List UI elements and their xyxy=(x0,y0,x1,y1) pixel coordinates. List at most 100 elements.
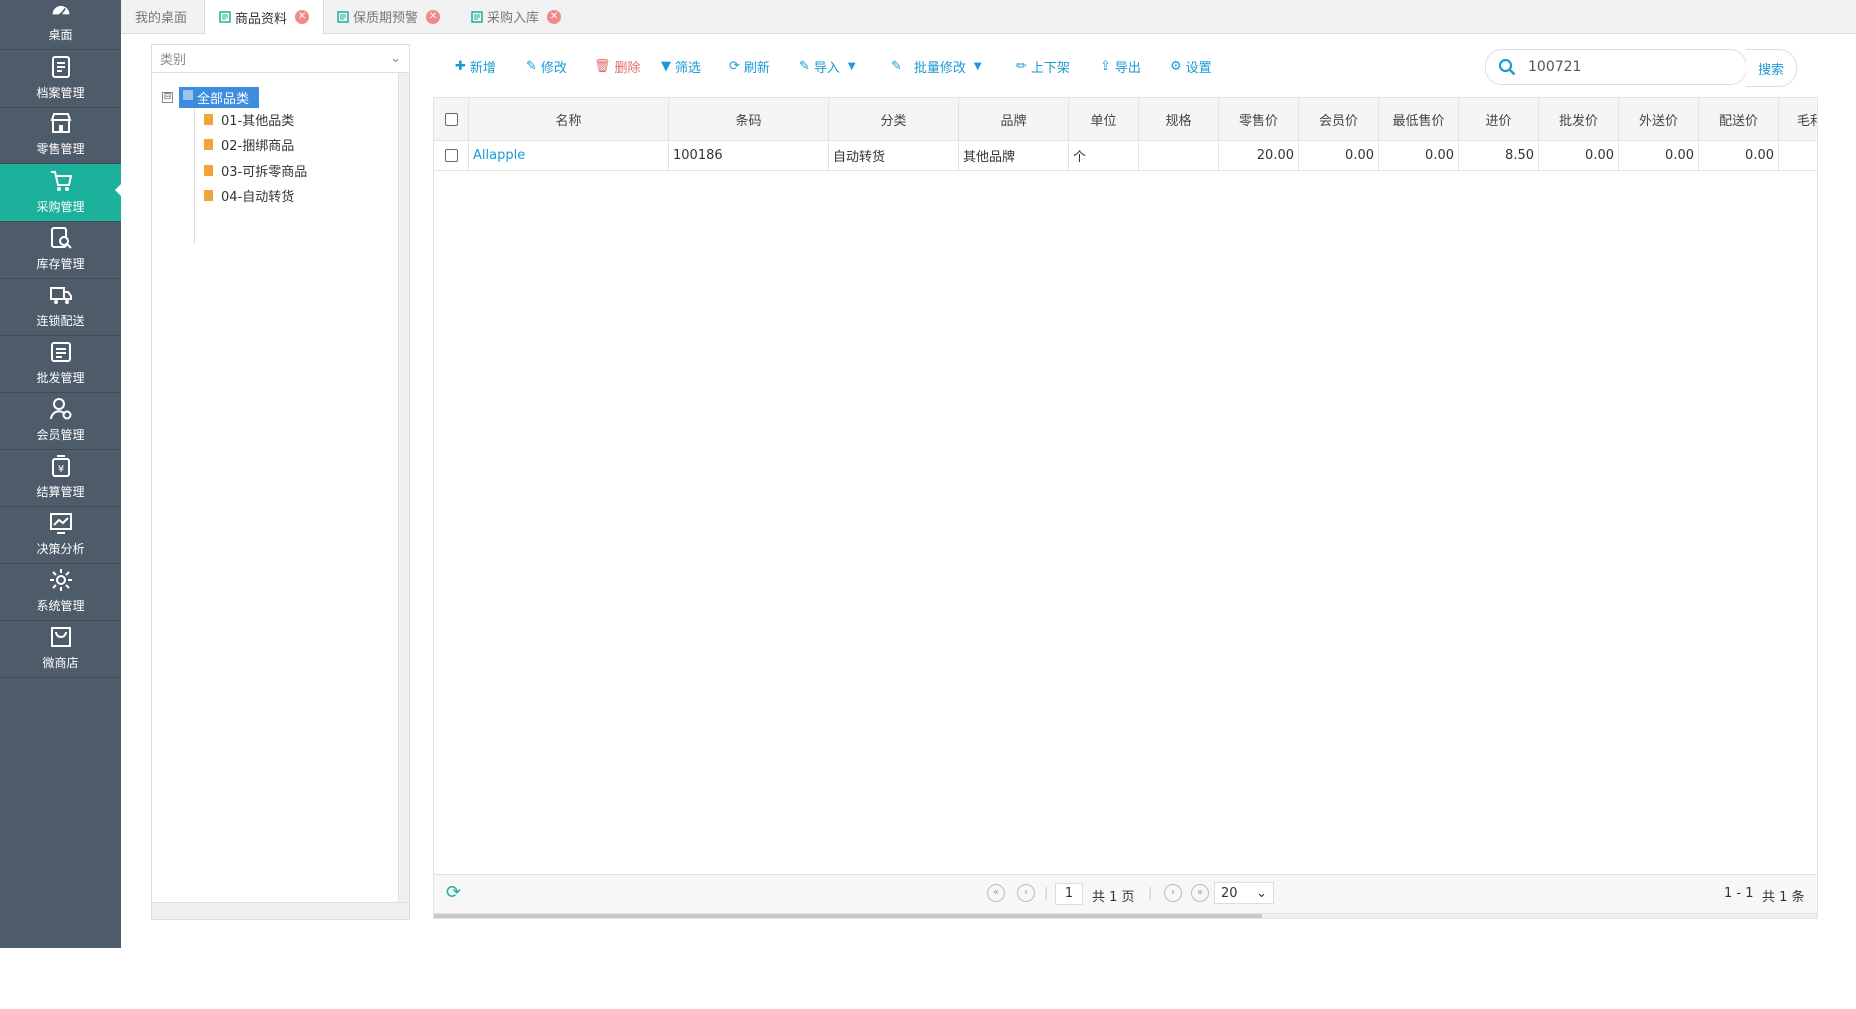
gear-icon: ⚙ xyxy=(1170,58,1182,74)
column-header[interactable]: 配送价 xyxy=(1699,98,1779,140)
refresh-button[interactable]: ⟳ 刷新 xyxy=(729,44,770,88)
shop-bag-icon xyxy=(50,627,71,647)
archive-icon xyxy=(51,56,70,78)
nav-item-microshop[interactable]: 微商店 xyxy=(0,621,121,678)
inventory-icon xyxy=(50,227,72,249)
nav-label: 批发管理 xyxy=(36,371,85,385)
page-number-input[interactable]: 1 xyxy=(1055,883,1083,905)
page-size-select[interactable]: 20 ⌄ xyxy=(1214,882,1274,904)
tree-node[interactable]: 04-自动转货 xyxy=(204,186,294,205)
column-header[interactable]: 规格 xyxy=(1139,98,1219,140)
pencil-icon: ✏ xyxy=(1016,58,1027,74)
table-row[interactable]: Allapple 100186 自动转货 其他品牌 个 20.00 0.00 0… xyxy=(434,140,1817,171)
tree-vertical-scrollbar[interactable] xyxy=(398,73,409,903)
column-header[interactable]: 零售价 xyxy=(1219,98,1299,140)
spec-cell xyxy=(1139,140,1219,170)
nav-label: 库存管理 xyxy=(36,257,85,271)
shelf-button[interactable]: ✏ 上下架 xyxy=(1016,44,1070,88)
tab-bar: 我的桌面 商品资料 ✕ 保质期预警 ✕ 采购入库 ✕ xyxy=(121,0,1856,34)
tab-my-desktop[interactable]: 我的桌面 xyxy=(135,0,187,33)
column-header[interactable]: 名称 xyxy=(469,98,669,140)
tree-node-label: 02-捆绑商品 xyxy=(221,139,295,154)
edit-icon: ✎ xyxy=(526,58,537,74)
row-checkbox[interactable] xyxy=(444,148,458,162)
column-header[interactable]: 分类 xyxy=(829,98,959,140)
tree-root-label[interactable]: 全部品类 xyxy=(179,87,260,108)
column-header[interactable]: 条码 xyxy=(669,98,829,140)
last-page-icon[interactable]: » xyxy=(1191,884,1209,902)
select-all-checkbox[interactable] xyxy=(444,112,458,126)
chevron-down-icon: ⌄ xyxy=(1256,886,1267,901)
close-icon[interactable]: ✕ xyxy=(295,10,310,24)
caret-down-icon: ▼ xyxy=(973,60,982,72)
search-input[interactable] xyxy=(1526,58,1730,76)
page-size-value: 20 xyxy=(1221,886,1238,901)
nav-item-analysis[interactable]: 决策分析 xyxy=(0,507,121,564)
nav-label: 零售管理 xyxy=(36,142,85,156)
nav-item-settlement[interactable]: ¥ 结算管理 xyxy=(0,450,121,507)
separator: | xyxy=(1148,886,1153,901)
collapse-icon[interactable]: ⊟ xyxy=(162,92,173,103)
member-icon xyxy=(49,398,71,420)
tab-label: 采购入库 xyxy=(487,11,540,26)
category-select[interactable]: 类别 ⌄ xyxy=(152,45,409,73)
add-button[interactable]: ✚ 新增 xyxy=(455,44,496,88)
cost-price-cell: 8.50 xyxy=(1459,140,1539,170)
min-price-cell: 0.00 xyxy=(1379,140,1459,170)
tab-purchase-in[interactable]: 采购入库 ✕ xyxy=(471,0,562,33)
next-page-icon[interactable]: › xyxy=(1164,884,1182,902)
filter-button[interactable]: ▼ 筛选 xyxy=(661,44,701,88)
nav-item-purchase[interactable]: 采购管理 xyxy=(0,164,121,222)
tree-horizontal-scrollbar[interactable] xyxy=(152,902,409,919)
nav-item-wholesale[interactable]: 批发管理 xyxy=(0,336,121,393)
distribution-price-cell: 0.00 xyxy=(1699,140,1779,170)
tree-node[interactable]: 01-其他品类 xyxy=(204,110,294,129)
file-icon xyxy=(204,190,213,201)
nav-item-desktop[interactable]: 桌面 xyxy=(0,0,121,50)
tree-node[interactable]: 03-可拆零商品 xyxy=(204,161,307,180)
tree-node[interactable]: 02-捆绑商品 xyxy=(204,135,294,154)
column-header[interactable]: 外送价 xyxy=(1619,98,1699,140)
column-header[interactable]: 批发价 xyxy=(1539,98,1619,140)
filter-icon: ▼ xyxy=(661,58,671,74)
refresh-icon[interactable]: ⟳ xyxy=(446,882,461,903)
nav-item-system[interactable]: 系统管理 xyxy=(0,564,121,621)
refresh-label: 刷新 xyxy=(743,60,770,76)
settings-button[interactable]: ⚙ 设置 xyxy=(1170,44,1212,88)
tab-expiry-warning[interactable]: 保质期预警 ✕ xyxy=(337,0,441,33)
nav-item-distribution[interactable]: 连锁配送 xyxy=(0,279,121,336)
export-button[interactable]: ⇪ 导出 xyxy=(1100,44,1141,88)
nav-item-inventory[interactable]: 库存管理 xyxy=(0,222,121,279)
prev-page-icon[interactable]: ‹ xyxy=(1017,884,1035,902)
product-grid-panel: ✚ 新增 ✎ 修改 🗑 删除 ▼ 筛选 ⟳ 刷新 ✎ 导入 ▼ ✎ 批量修改 ▼ ✏ 上下架 ⇪ 导出… xyxy=(433,44,1818,919)
retail-price-cell: 20.00 xyxy=(1219,140,1299,170)
edit-button[interactable]: ✎ 修改 xyxy=(526,44,567,88)
column-header[interactable]: 品牌 xyxy=(959,98,1069,140)
search-button[interactable]: 搜索 xyxy=(1746,49,1797,87)
tree-root[interactable]: ⊟ 全部品类 xyxy=(162,87,260,108)
search-box xyxy=(1485,49,1747,85)
batch-edit-button[interactable]: ✎ 批量修改 ▼ xyxy=(891,44,982,88)
column-header[interactable]: 毛利 xyxy=(1779,98,1817,140)
import-button[interactable]: ✎ 导入 ▼ xyxy=(799,44,856,88)
toolbar: ✚ 新增 ✎ 修改 🗑 删除 ▼ 筛选 ⟳ 刷新 ✎ 导入 ▼ ✎ 批量修改 ▼ ✏ 上下架 ⇪ 导出… xyxy=(433,44,1818,98)
close-icon[interactable]: ✕ xyxy=(547,9,562,24)
wholesale-price-cell: 0.00 xyxy=(1539,140,1619,170)
column-header[interactable]: 进价 xyxy=(1459,98,1539,140)
nav-label: 连锁配送 xyxy=(36,314,85,328)
tree-node-label: 03-可拆零商品 xyxy=(221,165,308,180)
column-header[interactable]: 单位 xyxy=(1069,98,1139,140)
column-header[interactable]: 会员价 xyxy=(1299,98,1379,140)
nav-item-member[interactable]: 会员管理 xyxy=(0,393,121,450)
filter-label: 筛选 xyxy=(675,60,702,76)
delete-button[interactable]: 🗑 删除 xyxy=(594,44,641,88)
settlement-icon: ¥ xyxy=(51,455,70,477)
nav-item-archive[interactable]: 档案管理 xyxy=(0,50,121,108)
close-icon[interactable]: ✕ xyxy=(426,9,441,24)
product-name-link[interactable]: Allapple xyxy=(469,140,669,170)
first-page-icon[interactable]: « xyxy=(987,884,1005,902)
column-header[interactable]: 最低售价 xyxy=(1379,98,1459,140)
nav-item-retail[interactable]: 零售管理 xyxy=(0,108,121,164)
tab-product-info[interactable]: 商品资料 ✕ xyxy=(204,0,325,34)
shelf-label: 上下架 xyxy=(1030,60,1070,76)
